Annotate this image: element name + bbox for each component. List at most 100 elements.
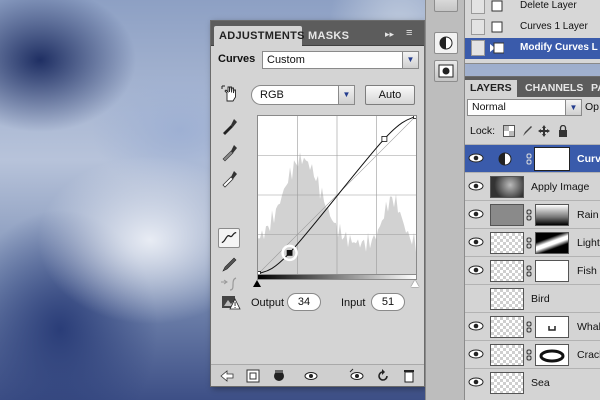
auto-button[interactable]: Auto: [365, 85, 415, 105]
chevron-down-icon[interactable]: ▼: [402, 52, 418, 68]
adjustments-panel-button[interactable]: [434, 32, 458, 54]
layer-row[interactable]: Apply Image: [465, 172, 600, 200]
eye-visibility-icon[interactable]: [468, 208, 484, 220]
layer-mask-thumbnail[interactable]: [535, 316, 569, 338]
history-brush-source[interactable]: [471, 0, 485, 14]
lock-all-padlock-icon[interactable]: [557, 125, 569, 137]
link-chain-icon[interactable]: [526, 265, 532, 277]
tab-layers[interactable]: LAYERS: [465, 80, 517, 97]
layer-row-curves[interactable]: Curv: [465, 144, 600, 172]
layer-row[interactable]: Light: [465, 228, 600, 256]
eye-visibility-icon[interactable]: [468, 180, 484, 192]
tab-adjustments[interactable]: ADJUSTMENTS: [214, 26, 305, 46]
layer-thumbnail[interactable]: [490, 176, 524, 198]
trash-icon[interactable]: [401, 368, 417, 384]
eye-visibility-icon[interactable]: [468, 376, 484, 388]
clip-to-layer-icon[interactable]: [271, 368, 287, 384]
curve-point[interactable]: [255, 271, 261, 277]
lock-pixels-brush-icon[interactable]: [521, 125, 533, 137]
preset-dropdown[interactable]: Custom ▼: [262, 51, 419, 69]
link-chain-icon[interactable]: [526, 153, 532, 165]
layer-mask-thumbnail[interactable]: [535, 260, 569, 282]
pencil-draw-icon[interactable]: [218, 254, 240, 274]
history-brush-source[interactable]: [471, 40, 485, 56]
layer-mask-thumbnail[interactable]: [535, 232, 569, 254]
chevron-down-icon[interactable]: ▼: [565, 100, 581, 115]
layer-name: Sea: [531, 377, 550, 389]
layer-row[interactable]: Crack: [465, 340, 600, 368]
lock-row: Lock:: [465, 122, 600, 140]
mask-shape: [548, 326, 556, 331]
layer-mask-thumbnail[interactable]: [535, 344, 569, 366]
layer-thumbnail[interactable]: [490, 372, 524, 394]
curves-plot[interactable]: [255, 113, 419, 277]
history-item-selected[interactable]: Modify Curves L: [465, 38, 600, 59]
layer-name: Bird: [531, 293, 550, 305]
eye-visibility-icon[interactable]: [468, 152, 484, 164]
lock-position-move-icon[interactable]: [538, 125, 550, 137]
clipping-warning-icon[interactable]: [221, 293, 241, 311]
input-field[interactable]: 51: [371, 293, 405, 311]
layer-name: Curv: [577, 153, 600, 165]
layer-thumbnail[interactable]: [490, 288, 524, 310]
targeted-adjustment-hand-icon[interactable]: [221, 85, 239, 103]
history-item[interactable]: Curves 1 Layer: [465, 17, 600, 38]
link-chain-icon[interactable]: [526, 209, 532, 221]
collapse-panel-icon[interactable]: ▸▸: [385, 29, 394, 40]
layer-thumbnail[interactable]: [490, 344, 524, 366]
layer-row[interactable]: Fish: [465, 256, 600, 284]
layer-row[interactable]: Sea: [465, 368, 600, 396]
output-field[interactable]: 34: [287, 293, 321, 311]
layer-mask-thumbnail[interactable]: [534, 147, 570, 171]
white-point-slider[interactable]: [411, 280, 419, 287]
curve-point[interactable]: [413, 113, 419, 119]
layer-thumbnail[interactable]: [490, 204, 524, 226]
eye-visibility-icon-hidden[interactable]: [468, 292, 484, 304]
preset-value: Custom: [267, 54, 305, 66]
layer-thumbnail[interactable]: [490, 316, 524, 338]
reset-icon[interactable]: [375, 368, 391, 384]
layer-mask-thumbnail[interactable]: [535, 204, 569, 226]
input-gradient-bar: [257, 275, 417, 280]
tab-masks[interactable]: MASKS: [306, 26, 351, 46]
layer-row[interactable]: Rain: [465, 200, 600, 228]
tab-channels[interactable]: CHANNELS: [520, 80, 583, 97]
curve-point[interactable]: [381, 135, 388, 142]
lock-label: Lock:: [470, 125, 496, 137]
visibility-eye-icon[interactable]: [303, 368, 319, 384]
view-previous-state-icon[interactable]: [349, 368, 365, 384]
output-input-row: Output 34 Input 51: [211, 291, 424, 313]
eye-visibility-icon[interactable]: [468, 320, 484, 332]
eye-visibility-icon[interactable]: [468, 236, 484, 248]
layer-thumbnail[interactable]: [490, 232, 524, 254]
strip-button-top[interactable]: [434, 0, 458, 12]
black-point-eyedropper-icon[interactable]: [218, 116, 240, 136]
white-point-eyedropper-icon[interactable]: [218, 168, 240, 188]
curves-graph[interactable]: [255, 113, 419, 277]
layer-name: Whal: [577, 321, 600, 333]
adjustment-layer-icon: [498, 152, 512, 166]
layer-row[interactable]: Bird: [465, 284, 600, 312]
lock-transparency-icon[interactable]: [503, 125, 515, 137]
expanded-view-icon[interactable]: [245, 368, 261, 384]
black-point-slider[interactable]: [253, 280, 261, 287]
panel-menu-icon[interactable]: ≡: [406, 27, 412, 39]
history-item[interactable]: Delete Layer: [465, 0, 600, 17]
masks-panel-button[interactable]: [434, 60, 458, 82]
history-brush-source[interactable]: [471, 19, 485, 35]
layer-row[interactable]: Whal: [465, 312, 600, 340]
eye-visibility-icon[interactable]: [468, 264, 484, 276]
gray-point-eyedropper-icon[interactable]: [218, 142, 240, 162]
back-arrow-icon[interactable]: [219, 368, 235, 384]
link-chain-icon[interactable]: [526, 237, 532, 249]
tab-paths[interactable]: PA: [586, 80, 600, 97]
link-chain-icon[interactable]: [526, 349, 532, 361]
channel-dropdown[interactable]: RGB ▼: [251, 85, 355, 105]
curve-point-active[interactable]: [286, 249, 293, 256]
link-chain-icon[interactable]: [526, 321, 532, 333]
eye-visibility-icon[interactable]: [468, 348, 484, 360]
chevron-down-icon[interactable]: ▼: [338, 86, 354, 104]
blend-mode-dropdown[interactable]: Normal ▼: [467, 99, 582, 116]
curve-points-tool-icon[interactable]: [218, 228, 240, 248]
layer-thumbnail[interactable]: [490, 260, 524, 282]
